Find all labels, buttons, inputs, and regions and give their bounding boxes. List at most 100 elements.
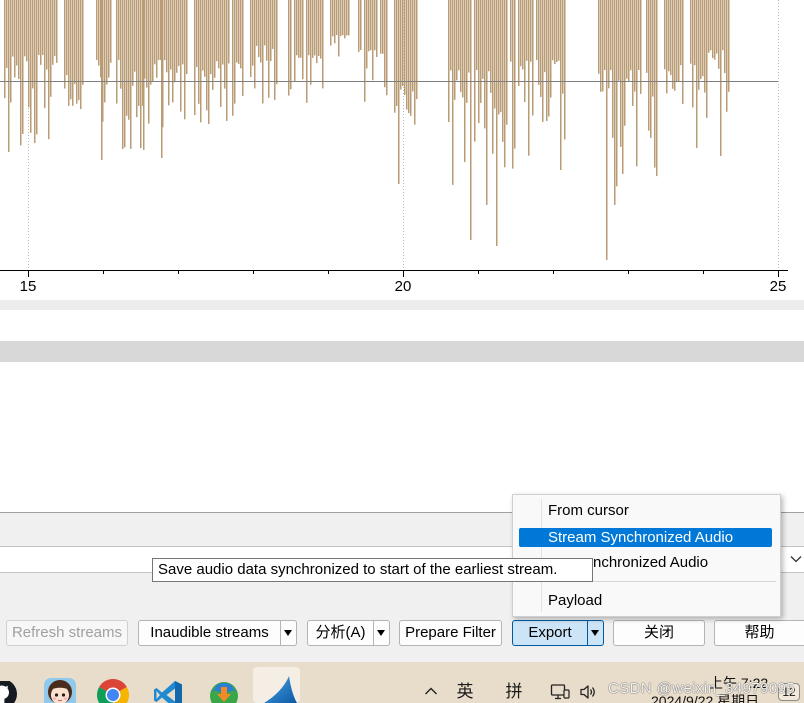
stream-list-header[interactable] [0, 341, 804, 362]
waveform-bar [620, 0, 622, 147]
input-language-indicator[interactable]: 英 [454, 681, 476, 703]
waveform-bar [548, 0, 550, 117]
waveform-bar [462, 0, 464, 98]
waveform-bar [606, 0, 608, 260]
menu-item-stream-synchronized-audio[interactable]: Stream Synchronized Audio [519, 528, 772, 547]
chevron-down-icon[interactable] [790, 555, 802, 563]
waveform-bar [272, 0, 274, 49]
waveform-bar [458, 0, 460, 71]
waveform-bar [376, 0, 378, 57]
waveform-bar [510, 0, 512, 62]
waveform-bar [372, 0, 374, 81]
waveform-bar [198, 0, 200, 104]
dropdown-arrow-icon[interactable] [373, 621, 389, 645]
waveform-bar [132, 0, 134, 86]
waveform-bar [366, 0, 368, 69]
waveform-bar [604, 0, 606, 71]
waveform-bar [454, 0, 456, 100]
waveform-bar [518, 0, 520, 86]
stream-list[interactable] [0, 362, 804, 512]
waveform-bar [408, 0, 410, 114]
menu-item-payload[interactable]: Payload [519, 590, 772, 612]
waveform-bar [674, 0, 676, 91]
waveform-bar [250, 0, 252, 78]
waveform-bar [76, 0, 78, 104]
help-button[interactable]: 帮助 [714, 620, 804, 646]
waveform-bar [48, 0, 50, 140]
waveform-bar [690, 0, 692, 64]
waveform-bar [412, 0, 414, 92]
waveform-bar [722, 0, 724, 51]
network-icon[interactable] [550, 683, 570, 701]
menu-item-from-cursor[interactable]: From cursor [519, 500, 772, 522]
waveform-bar [296, 0, 298, 56]
waveform-bar [338, 0, 340, 57]
close-button[interactable]: 关闭 [613, 620, 705, 646]
waveform-bar [268, 0, 270, 98]
waveform-bar [558, 0, 560, 61]
waveform-bar [128, 0, 130, 120]
waveform-bar [68, 0, 70, 106]
waveform-bar [648, 0, 650, 131]
button-label: Inaudible streams [150, 624, 269, 641]
waveform-bar [486, 0, 488, 205]
menu-item-label: Stream Synchronized Audio [548, 529, 734, 546]
input-mode-indicator[interactable]: 拼 [503, 681, 525, 703]
waveform-bar [406, 0, 408, 110]
waveform-plot[interactable]: 15 20 25 [0, 0, 804, 300]
waveform-bar [540, 0, 542, 97]
watermark: CSDN @weixin_34979095 [608, 680, 796, 697]
waveform-bar [598, 0, 600, 74]
waveform-bar [526, 0, 528, 61]
waveform-bar [120, 0, 122, 89]
waveform-bar [704, 0, 706, 93]
waveform-bar [78, 0, 80, 101]
waveform-bar [556, 0, 558, 63]
waveform-bar [161, 0, 163, 158]
waveform-bar [101, 0, 103, 160]
waveform-bar [224, 0, 226, 89]
waveform-bar [552, 0, 554, 61]
waveform-bar [668, 0, 670, 72]
refresh-streams-button[interactable]: Refresh streams [6, 620, 128, 646]
download-manager-icon[interactable] [208, 679, 240, 703]
button-label: 分析(A) [315, 624, 366, 641]
waveform-bar [728, 0, 730, 92]
chevron-up-icon[interactable] [424, 686, 438, 696]
waveform-bar [524, 0, 526, 103]
github-icon[interactable] [0, 681, 18, 703]
prepare-filter-button[interactable]: Prepare Filter [399, 620, 502, 646]
waveform-bar [682, 0, 684, 104]
waveform-bar [194, 0, 196, 115]
waveform-bar [38, 0, 40, 56]
waveform-bar [218, 0, 220, 69]
waveform-bar [236, 0, 238, 63]
waveform-bar [320, 0, 322, 59]
waveform-bar [520, 0, 522, 67]
waveform-bar [140, 0, 142, 149]
avatar-app-icon[interactable] [44, 678, 76, 703]
plot-scroll-strip[interactable] [0, 300, 804, 310]
waveform-bar [410, 0, 412, 116]
waveform-bar [502, 0, 504, 142]
waveform-bar [178, 0, 180, 67]
analyze-button[interactable]: 分析(A) [307, 620, 390, 646]
speaker-icon[interactable] [579, 684, 597, 700]
waveform-bar [28, 0, 30, 108]
export-button[interactable]: Export [512, 620, 604, 646]
inaudible-streams-button[interactable]: Inaudible streams [138, 620, 297, 646]
dropdown-arrow-icon[interactable] [587, 621, 603, 645]
waveform-bar [196, 0, 198, 68]
wireshark-icon[interactable] [262, 676, 298, 703]
waveform-bar [630, 0, 632, 71]
waveform-bar [344, 0, 346, 39]
waveform-bar [538, 0, 540, 85]
dropdown-arrow-icon[interactable] [280, 621, 296, 645]
waveform-bar [306, 0, 308, 103]
vscode-icon[interactable] [152, 679, 184, 703]
waveform-bar [294, 0, 296, 82]
waveform-bar [492, 0, 494, 154]
chrome-icon[interactable] [97, 679, 129, 703]
waveform-bar [308, 0, 310, 56]
waveform-bar [214, 0, 216, 78]
